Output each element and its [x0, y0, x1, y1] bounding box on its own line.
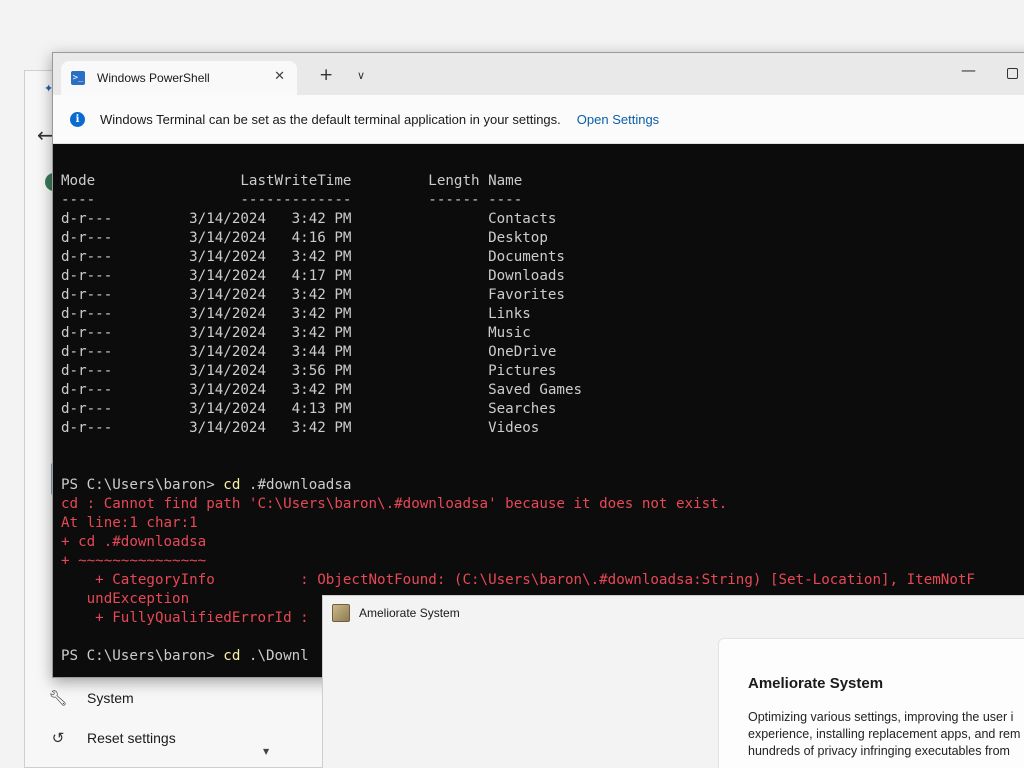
tab-windows-powershell[interactable]: >_ Windows PowerShell ✕	[61, 61, 297, 95]
terminal-window: >_ Windows PowerShell ✕ + ∨ — i Windows …	[52, 52, 1024, 678]
description-line: hundreds of privacy infringing executabl…	[748, 744, 1010, 758]
package-icon	[332, 604, 350, 622]
card-heading: Ameliorate System	[748, 675, 884, 692]
sidebar-item-label: Reset settings	[87, 730, 176, 746]
minimize-button[interactable]: —	[961, 61, 976, 79]
console-line: d-r--- 3/14/2024 3:42 PM Videos	[61, 420, 540, 436]
command-text: cd	[223, 477, 241, 493]
description-line: experience, installing replacement apps,…	[748, 727, 1021, 741]
console-line: d-r--- 3/14/2024 3:56 PM Pictures	[61, 363, 557, 379]
open-settings-link[interactable]: Open Settings	[577, 112, 659, 127]
description-line: Optimizing various settings, improving t…	[748, 710, 1014, 724]
sidebar-item-label: System	[87, 690, 134, 706]
close-tab-icon[interactable]: ✕	[274, 69, 285, 84]
console-line: d-r--- 3/14/2024 3:42 PM Favorites	[61, 287, 565, 303]
powershell-icon: >_	[71, 71, 85, 85]
console-line: d-r--- 3/14/2024 4:16 PM Desktop	[61, 230, 548, 246]
info-bar: i Windows Terminal can be set as the def…	[53, 95, 1024, 144]
console-line: d-r--- 3/14/2024 3:44 PM OneDrive	[61, 344, 557, 360]
info-icon: i	[70, 111, 85, 127]
console-line: Mode LastWriteTime Length Name	[61, 173, 523, 189]
wrench-icon: 🔧︎	[48, 689, 68, 707]
command-argument: .#downloadsa	[240, 477, 352, 493]
error-line: + cd .#downloadsa	[61, 534, 207, 550]
console-line: d-r--- 3/14/2024 3:42 PM Documents	[61, 249, 565, 265]
prompt-text: PS C:\Users\baron>	[61, 477, 224, 493]
console-line: d-r--- 3/14/2024 4:17 PM Downloads	[61, 268, 565, 284]
sidebar-item-system[interactable]: 🔧︎ System	[48, 685, 134, 711]
console-line: ---- ------------- ------ ----	[61, 192, 523, 208]
prompt-text: PS C:\Users\baron>	[61, 648, 224, 664]
new-tab-button[interactable]: +	[319, 65, 333, 85]
console-output[interactable]: Mode LastWriteTime Length Name ---- -----…	[61, 172, 975, 666]
error-line: At line:1 char:1	[61, 515, 198, 531]
history-icon: ↺	[51, 729, 65, 747]
prompt-line: PS C:\Users\baron> cd .#downloadsa	[61, 476, 975, 495]
window-title: Ameliorate System	[359, 606, 460, 620]
ameliorate-window: Ameliorate System Ameliorate System Opti…	[322, 595, 1024, 768]
console-line: d-r--- 3/14/2024 3:42 PM Contacts	[61, 211, 557, 227]
console-line: d-r--- 3/14/2024 3:42 PM Links	[61, 306, 531, 322]
ameliorate-card: Ameliorate System Optimizing various set…	[718, 638, 1024, 768]
console-line: d-r--- 3/14/2024 4:13 PM Searches	[61, 401, 557, 417]
error-line: + ~~~~~~~~~~~~~~~	[61, 553, 207, 569]
tab-title: Windows PowerShell	[97, 71, 210, 85]
command-argument: .\Downl	[240, 648, 309, 664]
console-line: d-r--- 3/14/2024 3:42 PM Music	[61, 325, 531, 341]
error-line: + CategoryInfo : ObjectNotFound: (C:\Use…	[61, 572, 975, 588]
chevron-down-icon[interactable]: ∨	[357, 69, 365, 82]
sidebar-item-reset-settings[interactable]: ↺ Reset settings	[49, 725, 176, 751]
command-text: cd	[223, 648, 241, 664]
console-line: d-r--- 3/14/2024 3:42 PM Saved Games	[61, 382, 583, 398]
card-description: Optimizing various settings, improving t…	[748, 709, 1024, 760]
ameliorate-titlebar: Ameliorate System	[323, 596, 1024, 630]
maximize-button[interactable]	[1007, 68, 1018, 79]
info-message: Windows Terminal can be set as the defau…	[100, 111, 561, 127]
tab-bar: >_ Windows PowerShell ✕ + ∨ —	[53, 53, 1024, 95]
error-line: cd : Cannot find path 'C:\Users\baron\.#…	[61, 496, 728, 512]
scroll-down-icon[interactable]: ▼	[263, 747, 269, 756]
